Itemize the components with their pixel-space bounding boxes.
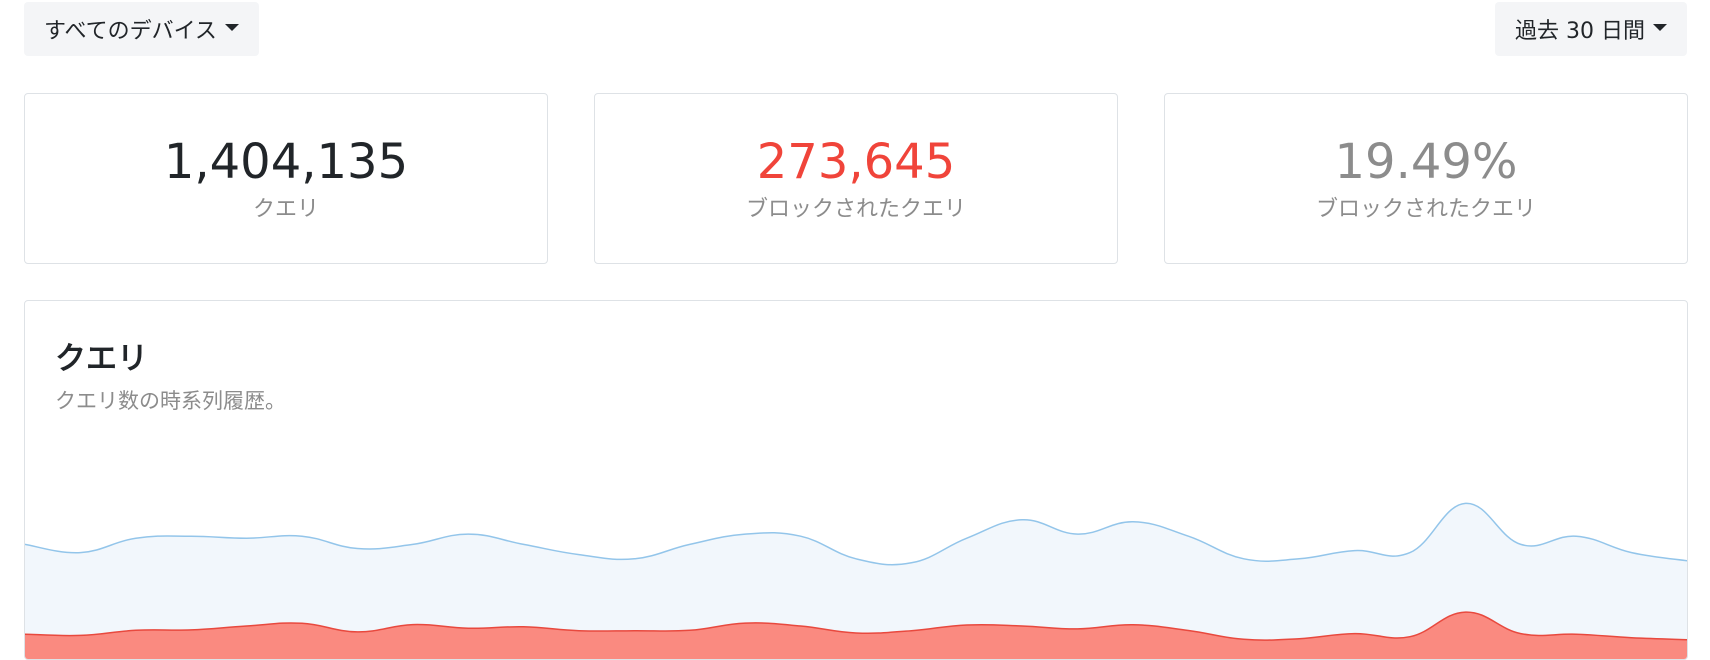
date-range-dropdown[interactable]: 過去 30 日間 xyxy=(1495,2,1687,56)
chart-subtitle: クエリ数の時系列履歴。 xyxy=(55,389,286,413)
blocked-queries-value: 273,645 xyxy=(756,134,956,190)
blocked-queries-label: ブロックされたクエリ xyxy=(745,196,966,222)
caret-down-icon xyxy=(1653,23,1667,31)
queries-chart-card: クエリ クエリ数の時系列履歴。 xyxy=(24,300,1688,660)
date-range-label: 過去 30 日間 xyxy=(1515,19,1645,44)
device-filter-dropdown[interactable]: すべてのデバイス xyxy=(24,2,259,56)
blocked-queries-card: 273,645 ブロックされたクエリ xyxy=(594,93,1118,264)
blocked-percent-card: 19.49% ブロックされたクエリ xyxy=(1164,93,1688,264)
queries-area-chart xyxy=(25,502,1687,659)
blocked-percent-label: ブロックされたクエリ xyxy=(1315,196,1536,222)
total-queries-value: 1,404,135 xyxy=(163,134,409,190)
device-filter-label: すべてのデバイス xyxy=(44,19,217,44)
total-queries-card: 1,404,135 クエリ xyxy=(24,93,548,264)
chart-title: クエリ xyxy=(55,341,148,377)
caret-down-icon xyxy=(224,23,239,31)
blocked-percent-value: 19.49% xyxy=(1334,134,1518,190)
total-queries-label: クエリ xyxy=(252,196,319,222)
